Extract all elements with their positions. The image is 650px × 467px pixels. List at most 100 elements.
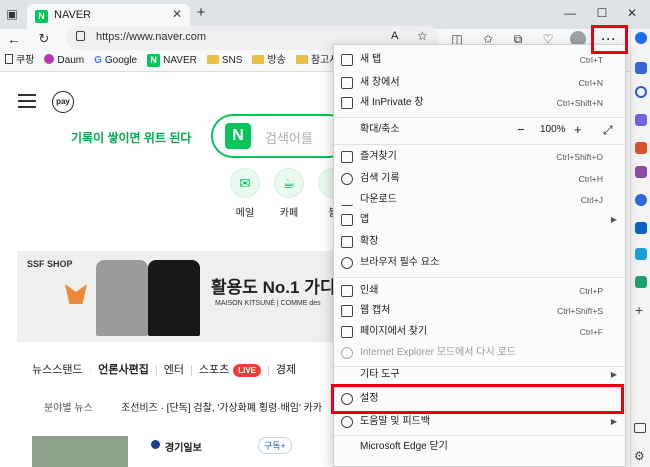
outlook-icon[interactable] <box>635 222 647 234</box>
news-thumbnail <box>32 436 128 467</box>
bookmark-naver[interactable]: N NAVER <box>147 50 197 71</box>
naver-favicon-icon: N <box>35 10 48 23</box>
zoom-value: 100% <box>540 124 566 135</box>
menu-more-tools[interactable]: 기타 도구 ▶ <box>334 365 625 385</box>
heart-icon <box>341 257 353 269</box>
bookmark-label: Daum <box>57 55 85 66</box>
briefcase-icon[interactable] <box>635 142 647 154</box>
news-ticker[interactable]: 조선비즈 · [단독] 검찰, '가상화폐 횡령·배임' 카카 <box>121 399 322 414</box>
zoom-in-button[interactable]: + <box>574 120 582 140</box>
menu-separator <box>334 435 625 436</box>
read-aloud-icon[interactable]: A <box>391 30 398 42</box>
menu-inprivate[interactable]: 새 InPrivate 창 Ctrl+Shift+N <box>334 93 625 113</box>
menu-label: 웹 캡처 <box>360 305 391 316</box>
tab-close-icon[interactable]: ✕ <box>172 7 182 21</box>
menu-zoom: 확대/축소 − 100% + ⤢ <box>334 120 625 140</box>
designer-icon[interactable] <box>635 248 647 260</box>
ad-banner[interactable]: SSF SHOP 활용도 No.1 가디 MAISON KITSUNÉ | CO… <box>17 251 337 342</box>
bookmark-coupang[interactable]: 쿠팡 <box>5 50 35 71</box>
menu-downloads[interactable]: 다운로드 Ctrl+J <box>334 190 625 210</box>
folder-icon <box>252 55 265 64</box>
menu-print[interactable]: 인쇄 Ctrl+P <box>334 281 625 301</box>
hamburger-menu-icon[interactable] <box>18 94 36 108</box>
close-window-button[interactable]: ✕ <box>622 3 642 23</box>
add-sidebar-icon[interactable]: + <box>635 302 643 318</box>
menu-find-on-page[interactable]: 페이지에서 찾기 Ctrl+F <box>334 322 625 342</box>
notification-icon[interactable] <box>635 62 647 74</box>
bing-icon[interactable] <box>635 32 647 44</box>
bookmark-folder-broadcast[interactable]: 방송 <box>252 50 286 71</box>
daum-icon <box>44 54 55 64</box>
sidebar-layout-icon[interactable] <box>634 423 646 433</box>
bookmark-label: 쿠팡 <box>16 55 35 66</box>
menu-new-tab[interactable]: 새 탭 Ctrl+T <box>334 50 625 70</box>
office-icon[interactable] <box>635 194 647 206</box>
menu-apps[interactable]: 앱 ▶ <box>334 210 625 230</box>
download-icon <box>341 194 353 206</box>
subscribe-button[interactable]: 구독+ <box>258 437 292 454</box>
menu-extensions[interactable]: 확장 <box>334 232 625 252</box>
live-badge: LIVE <box>233 364 262 377</box>
drop-icon[interactable] <box>635 276 647 288</box>
menu-shortcut: Ctrl+T <box>579 55 603 65</box>
inprivate-icon <box>341 97 353 109</box>
menu-separator <box>334 144 625 145</box>
tab-divider: | <box>190 364 193 376</box>
search-icon[interactable] <box>635 86 647 98</box>
menu-label: 페이지에서 찾기 <box>360 326 428 337</box>
bookmark-folder-sns[interactable]: SNS <box>206 50 243 71</box>
menu-label: 다운로드 <box>360 194 397 205</box>
back-icon[interactable]: ← <box>5 29 23 49</box>
black-cardigan-image <box>148 260 200 336</box>
press-name[interactable]: 경기일보 <box>165 439 202 454</box>
news-tab-economy[interactable]: 경제 <box>276 364 296 376</box>
menu-label: 검색 기록 <box>360 173 400 184</box>
tab-divider: | <box>267 364 270 376</box>
menu-label: Microsoft Edge 닫기 <box>360 441 448 452</box>
tab-actions-icon[interactable]: ▣ <box>3 4 21 24</box>
menu-shortcut: Ctrl+Shift+O <box>556 152 603 162</box>
sidebar-settings-icon[interactable]: ⚙ <box>634 449 645 463</box>
bookmark-google[interactable]: G Google <box>94 50 137 71</box>
bookmark-label: NAVER <box>163 55 197 66</box>
new-window-icon <box>341 77 353 89</box>
menu-label: 즐겨찾기 <box>360 151 397 162</box>
favorite-star-icon[interactable]: ☆ <box>417 29 428 43</box>
menu-browser-essentials[interactable]: 브라우저 필수 요소 <box>334 253 625 273</box>
news-tab-newsstand[interactable]: 뉴스스탠드 <box>32 364 83 376</box>
menu-help[interactable]: 도움말 및 피드백 ▶ <box>334 412 625 432</box>
menu-shortcut: Ctrl+Shift+S <box>557 306 603 316</box>
minimize-button[interactable]: — <box>560 3 580 23</box>
new-tab-button[interactable]: + <box>192 3 210 23</box>
submenu-arrow-icon: ▶ <box>610 417 617 426</box>
news-tab-entertain[interactable]: 엔터 <box>164 364 184 376</box>
bookmark-label: SNS <box>221 55 243 66</box>
history-icon <box>341 173 353 185</box>
shopping-tag-icon[interactable] <box>635 114 647 126</box>
naver-slogan[interactable]: 기록이 쌓이면 위트 된다 <box>71 129 191 146</box>
bookmark-daum[interactable]: Daum <box>44 50 85 71</box>
menu-web-capture[interactable]: 웹 캡처 Ctrl+Shift+S <box>334 301 625 321</box>
search-input[interactable]: 검색어를 <box>265 128 313 147</box>
news-tab-press[interactable]: 언론사편집 <box>98 364 149 376</box>
zoom-out-button[interactable]: − <box>517 120 525 140</box>
naver-logo[interactable]: N <box>225 123 251 149</box>
fullscreen-icon[interactable]: ⤢ <box>603 120 613 140</box>
news-tab-sports[interactable]: 스포츠 <box>199 364 229 376</box>
gear-icon <box>341 393 353 405</box>
shortcut-cafe[interactable]: ☕ 카페 <box>274 168 304 219</box>
menu-label: 인쇄 <box>360 285 379 296</box>
menu-history[interactable]: 검색 기록 Ctrl+H <box>334 169 625 189</box>
google-icon: G <box>94 55 102 66</box>
naver-pay-button[interactable]: pay <box>52 91 74 113</box>
maximize-button[interactable]: ☐ <box>592 3 612 23</box>
news-category-dropdown[interactable]: 분야별 뉴스 <box>44 399 93 414</box>
shortcut-mail[interactable]: ✉ 메일 <box>230 168 260 219</box>
menu-close-edge[interactable]: Microsoft Edge 닫기 <box>334 437 625 457</box>
menu-favorites[interactable]: 즐겨찾기 Ctrl+Shift+O <box>334 147 625 167</box>
games-icon[interactable] <box>635 166 647 178</box>
menu-new-window[interactable]: 새 창에서 Ctrl+N <box>334 73 625 93</box>
search-box[interactable]: N 검색어를 <box>211 114 351 158</box>
menu-settings[interactable]: 설정 <box>334 389 625 409</box>
refresh-icon[interactable]: ↻ <box>35 29 53 49</box>
